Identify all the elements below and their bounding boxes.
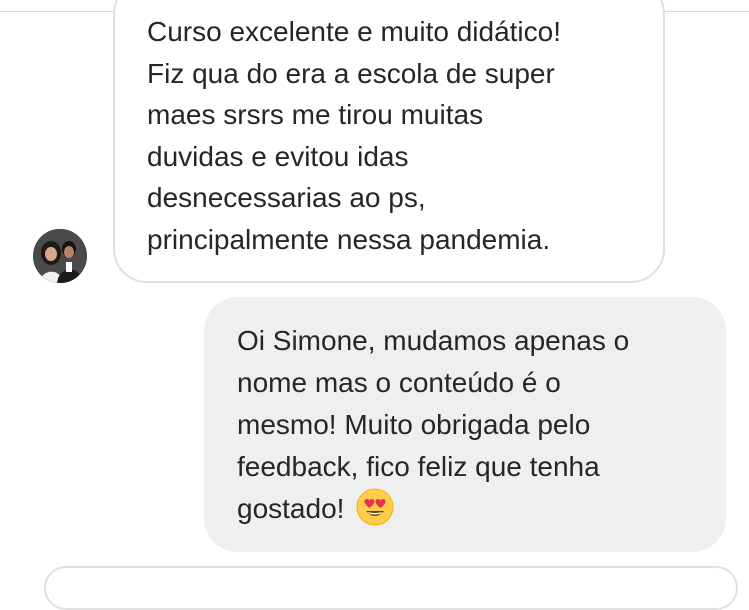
outgoing-message-body: Oi Simone, mudamos apenas o nome mas o c… xyxy=(237,325,630,524)
sender-avatar[interactable] xyxy=(33,229,87,283)
next-message-bubble[interactable] xyxy=(44,566,738,610)
outgoing-message-text: Oi Simone, mudamos apenas o nome mas o c… xyxy=(237,320,707,530)
user-photo-icon xyxy=(33,229,87,283)
incoming-message-bubble[interactable]: Curso excelente e muito didático! Fiz qu… xyxy=(113,0,665,283)
incoming-message-text: Curso excelente e muito didático! Fiz qu… xyxy=(147,16,561,255)
heart-eyes-emoji-icon xyxy=(356,488,394,526)
outgoing-message-bubble[interactable]: Oi Simone, mudamos apenas o nome mas o c… xyxy=(204,297,726,552)
